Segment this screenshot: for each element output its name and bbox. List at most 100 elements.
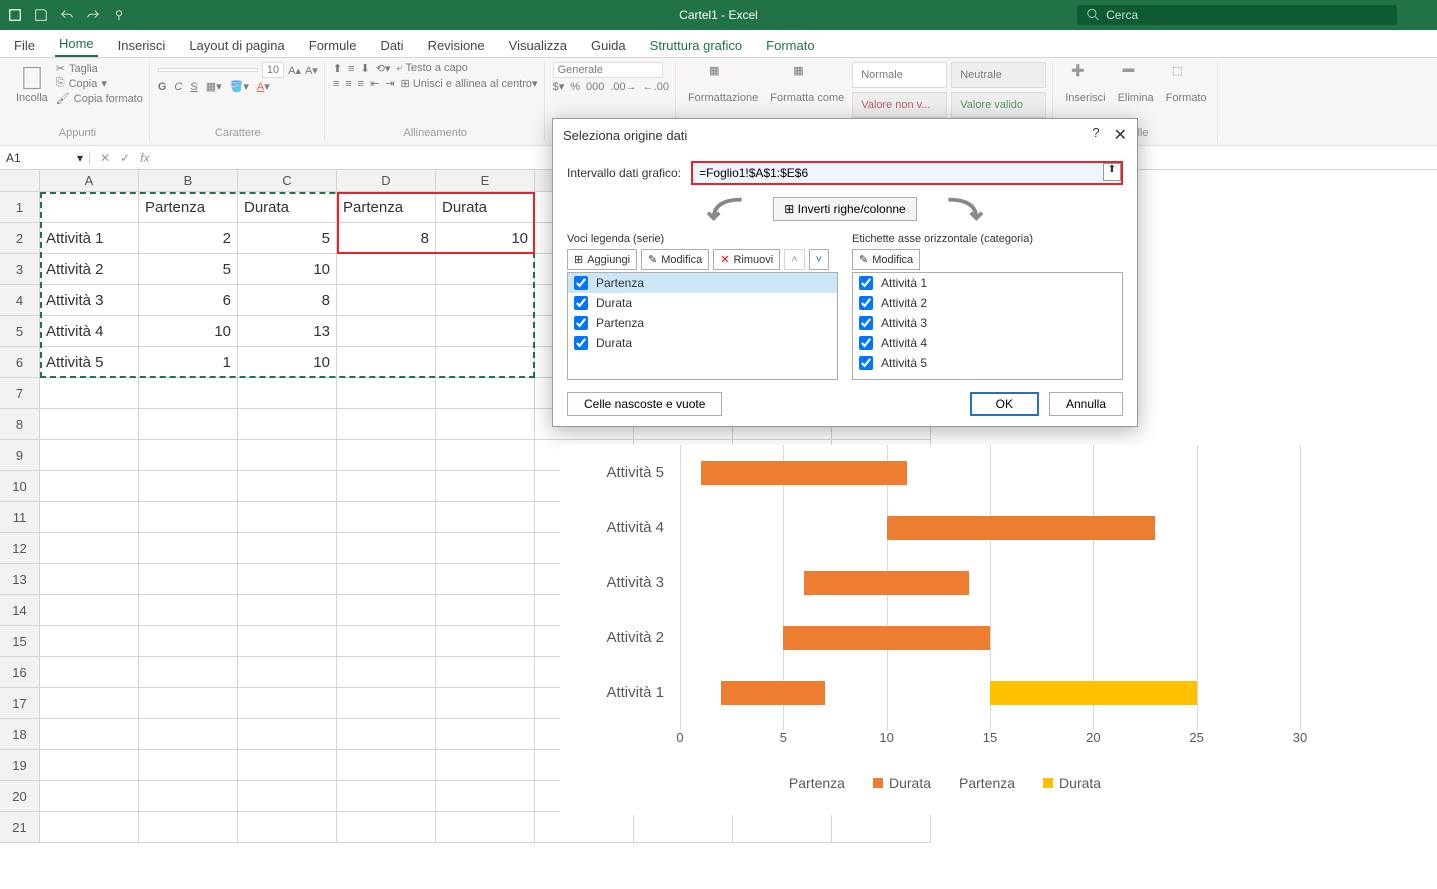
cell[interactable] <box>337 688 436 719</box>
cell[interactable] <box>436 781 535 812</box>
align-center-icon[interactable]: ≡ <box>345 78 351 90</box>
align-middle-icon[interactable]: ≡ <box>348 63 354 75</box>
format-table-button[interactable]: ▦Formatta come <box>766 62 848 118</box>
cell[interactable] <box>238 688 337 719</box>
format-cells-button[interactable]: ⬚Formato <box>1162 62 1211 106</box>
cut-button[interactable]: ✂ Taglia <box>56 62 143 75</box>
cell[interactable]: 1 <box>139 347 238 378</box>
series-listbox[interactable]: PartenzaDurataPartenzaDurata <box>567 272 838 380</box>
cell[interactable] <box>337 812 436 843</box>
italic-button[interactable]: C <box>174 81 182 93</box>
cell[interactable] <box>238 750 337 781</box>
cell[interactable] <box>40 750 139 781</box>
list-item[interactable]: Attività 5 <box>853 353 1122 373</box>
tab-formulas[interactable]: Formule <box>305 34 361 57</box>
conditional-format-button[interactable]: ▦Formattazione <box>684 62 762 118</box>
row-header[interactable]: 12 <box>0 533 40 564</box>
cell[interactable] <box>238 502 337 533</box>
cell[interactable]: Attività 5 <box>40 347 139 378</box>
cell[interactable]: Attività 2 <box>40 254 139 285</box>
edit-axis-button[interactable]: ✎ Modifica <box>852 249 920 270</box>
orientation-icon[interactable]: ⟲▾ <box>376 62 391 75</box>
style-normal[interactable]: Normale <box>852 62 947 88</box>
row-header[interactable]: 10 <box>0 471 40 502</box>
search-input[interactable] <box>1106 8 1387 22</box>
delete-cells-button[interactable]: ➖Elimina <box>1114 62 1158 106</box>
cell[interactable] <box>238 564 337 595</box>
cell[interactable] <box>436 440 535 471</box>
cell[interactable] <box>40 781 139 812</box>
cell[interactable] <box>337 285 436 316</box>
cell[interactable] <box>436 688 535 719</box>
indent-increase-icon[interactable]: ⇥ <box>385 77 394 90</box>
cell[interactable]: Attività 4 <box>40 316 139 347</box>
currency-icon[interactable]: $▾ <box>553 80 565 93</box>
fill-color-button[interactable]: 🪣▾ <box>230 80 249 93</box>
cell[interactable] <box>40 812 139 843</box>
tab-file[interactable]: File <box>10 34 39 57</box>
cell[interactable] <box>436 595 535 626</box>
cancel-formula-icon[interactable]: ✕ <box>100 151 110 165</box>
cell[interactable] <box>436 254 535 285</box>
insert-cells-button[interactable]: ➕Inserisci <box>1061 62 1109 106</box>
series-checkbox[interactable] <box>574 296 588 310</box>
cell[interactable] <box>436 812 535 843</box>
category-checkbox[interactable] <box>859 356 873 370</box>
gantt-chart[interactable]: Attività 5Attività 4Attività 3Attività 2… <box>560 445 1330 815</box>
redo-icon[interactable] <box>86 8 100 22</box>
align-right-icon[interactable]: ≡ <box>358 78 364 90</box>
switch-row-column-button[interactable]: ⊞ Inverti righe/colonne <box>773 197 916 221</box>
cell[interactable] <box>139 750 238 781</box>
column-header[interactable]: C <box>238 170 337 192</box>
indent-decrease-icon[interactable]: ⇤ <box>370 77 379 90</box>
cell[interactable] <box>40 192 139 223</box>
cell[interactable] <box>337 316 436 347</box>
cell[interactable] <box>238 719 337 750</box>
row-header[interactable]: 21 <box>0 812 40 843</box>
grow-font-icon[interactable]: A▴ <box>288 64 301 77</box>
row-header[interactable]: 9 <box>0 440 40 471</box>
cell[interactable] <box>238 781 337 812</box>
cell[interactable]: Durata <box>436 192 535 223</box>
cell[interactable] <box>337 533 436 564</box>
cell[interactable]: Partenza <box>139 192 238 223</box>
enter-formula-icon[interactable]: ✓ <box>120 151 130 165</box>
list-item[interactable]: Partenza <box>568 273 837 293</box>
cell[interactable] <box>139 688 238 719</box>
decrease-decimal-icon[interactable]: ←.00 <box>643 81 669 93</box>
style-valid[interactable]: Valore valido <box>951 92 1046 118</box>
cell[interactable]: 8 <box>238 285 337 316</box>
cell[interactable] <box>436 378 535 409</box>
cell[interactable]: 10 <box>238 347 337 378</box>
tab-help[interactable]: Guida <box>587 34 630 57</box>
cell[interactable] <box>337 750 436 781</box>
increase-decimal-icon[interactable]: .00→ <box>610 81 636 93</box>
chart-range-input[interactable] <box>691 161 1123 185</box>
fx-icon[interactable]: fx <box>140 151 149 165</box>
column-header[interactable]: B <box>139 170 238 192</box>
row-header[interactable]: 19 <box>0 750 40 781</box>
cell[interactable] <box>436 533 535 564</box>
cell[interactable] <box>337 781 436 812</box>
row-header[interactable]: 17 <box>0 688 40 719</box>
cell[interactable] <box>337 378 436 409</box>
chart-bar[interactable] <box>701 461 908 485</box>
help-icon[interactable]: ? <box>1092 125 1099 145</box>
align-left-icon[interactable]: ≡ <box>333 78 339 90</box>
list-item[interactable]: Attività 1 <box>853 273 1122 293</box>
cell[interactable] <box>337 595 436 626</box>
cell[interactable]: 10 <box>238 254 337 285</box>
cell[interactable] <box>139 812 238 843</box>
cell[interactable] <box>238 471 337 502</box>
cell[interactable] <box>139 471 238 502</box>
add-series-button[interactable]: ⊞ Aggiungi <box>567 249 637 270</box>
chart-bar[interactable] <box>783 626 990 650</box>
cell[interactable] <box>238 657 337 688</box>
save-icon[interactable] <box>34 8 48 22</box>
tab-home[interactable]: Home <box>55 32 98 57</box>
row-header[interactable]: 5 <box>0 316 40 347</box>
cell[interactable] <box>139 440 238 471</box>
cell[interactable] <box>436 285 535 316</box>
merge-button[interactable]: ⊞ Unisci e allinea al centro▾ <box>401 77 538 90</box>
cell[interactable] <box>535 812 634 843</box>
